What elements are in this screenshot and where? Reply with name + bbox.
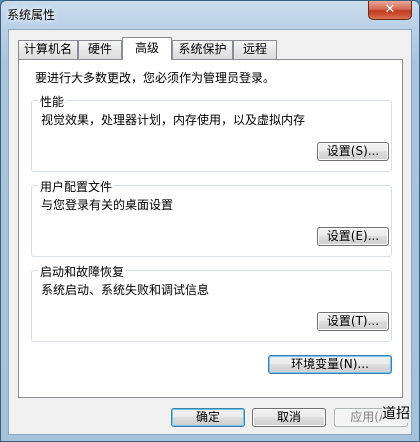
window-title: 系统属性 (7, 8, 56, 22)
cancel-button[interactable]: 取消 (252, 408, 326, 427)
tab-hardware[interactable]: 硬件 (78, 40, 122, 59)
watermark-text: 道招 (382, 403, 410, 423)
system-properties-window: 系统属性 ✕ 计算机名 硬件 高级 系统保护 远程 要进行大多数更改，您必须作为… (0, 0, 420, 442)
environment-variables-button[interactable]: 环境变量(N)... (268, 355, 392, 374)
dialog-client-area: 计算机名 硬件 高级 系统保护 远程 要进行大多数更改，您必须作为管理员登录。 … (8, 29, 412, 435)
performance-settings-button[interactable]: 设置(S)... (317, 142, 389, 161)
startup-recovery-settings-button[interactable]: 设置(T)... (317, 312, 389, 331)
startup-recovery-desc: 系统启动、系统失败和调试信息 (41, 283, 210, 297)
title-bar[interactable]: 系统属性 ✕ (1, 1, 419, 29)
admin-note: 要进行大多数更改，您必须作为管理员登录。 (35, 71, 276, 85)
startup-recovery-title: 启动和故障恢复 (38, 263, 127, 280)
close-button[interactable]: ✕ (368, 1, 412, 20)
tab-remote[interactable]: 远程 (233, 40, 277, 59)
tab-system-protection[interactable]: 系统保护 (172, 40, 233, 59)
performance-title: 性能 (38, 93, 67, 110)
advanced-tab-panel: 要进行大多数更改，您必须作为管理员登录。 性能 视觉效果，处理器计划，内存使用，… (18, 59, 403, 398)
user-profiles-group: 用户配置文件 与您登录有关的桌面设置 设置(E)... (31, 178, 392, 257)
user-profiles-title: 用户配置文件 (38, 178, 115, 195)
performance-group: 性能 视觉效果，处理器计划，内存使用，以及虚拟内存 设置(S)... (31, 93, 392, 172)
performance-desc: 视觉效果，处理器计划，内存使用，以及虚拟内存 (41, 113, 306, 127)
tab-computer-name[interactable]: 计算机名 (18, 40, 78, 59)
user-profiles-settings-button[interactable]: 设置(E)... (317, 227, 389, 246)
tab-advanced[interactable]: 高级 (122, 37, 172, 60)
user-profiles-desc: 与您登录有关的桌面设置 (41, 198, 174, 212)
startup-recovery-group: 启动和故障恢复 系统启动、系统失败和调试信息 设置(T)... (31, 263, 392, 342)
ok-button[interactable]: 确定 (171, 408, 245, 427)
